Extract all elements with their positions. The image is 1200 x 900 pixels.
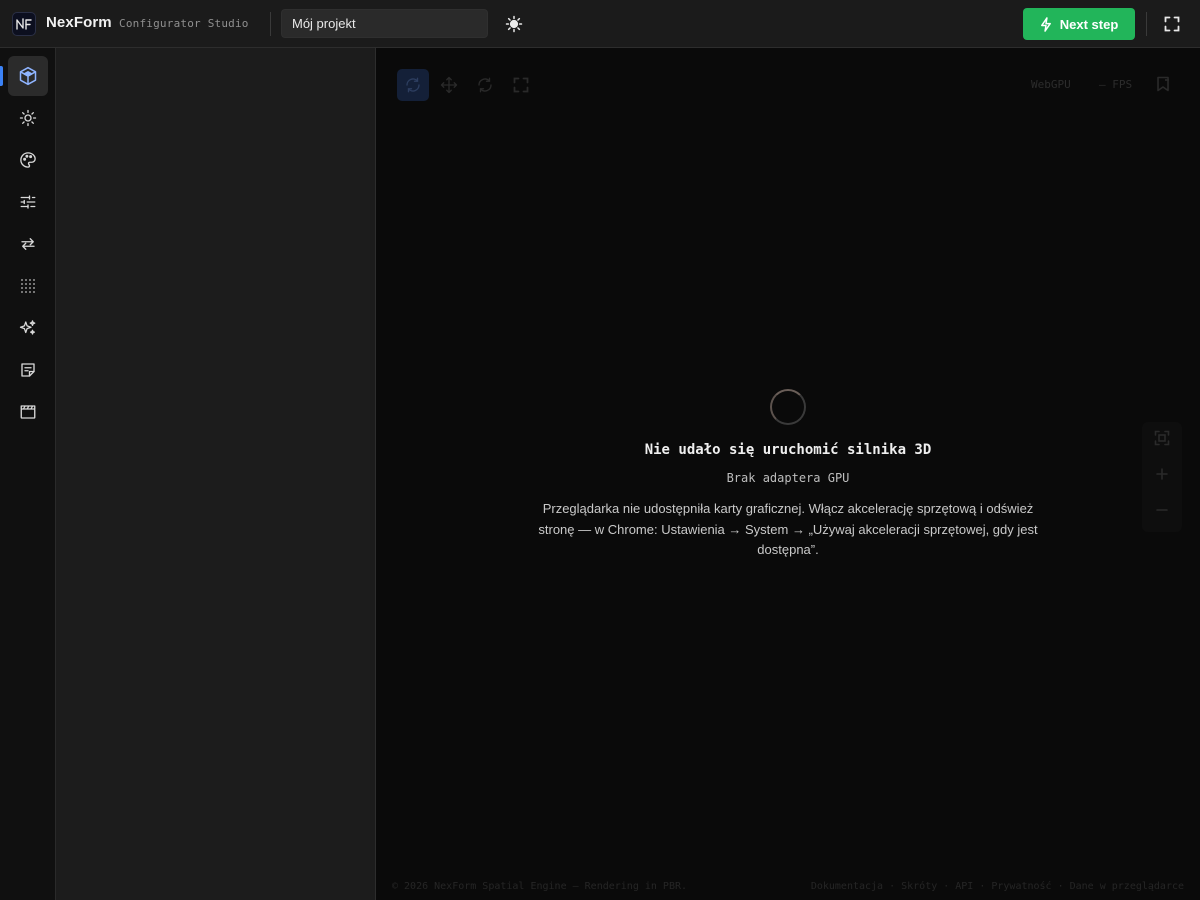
rail-item-adjust[interactable] — [8, 182, 48, 222]
frame-tool-button[interactable] — [505, 69, 537, 101]
rail-item-materials[interactable] — [8, 140, 48, 180]
note-icon — [21, 363, 35, 377]
project-name-input[interactable] — [281, 9, 488, 38]
rotate-tool-button[interactable] — [469, 69, 501, 101]
zoom-out-button[interactable] — [1150, 498, 1174, 522]
move-icon — [440, 76, 458, 94]
fullscreen-button[interactable] — [1160, 12, 1184, 36]
header-divider — [270, 12, 271, 36]
error-title: Nie udało się uruchomić silnika 3D — [644, 442, 932, 458]
palette-icon — [20, 152, 36, 168]
rail-active-indicator — [0, 66, 3, 86]
sun-outline-icon — [19, 109, 37, 127]
next-step-button[interactable]: Next step — [1023, 8, 1135, 40]
orbit-icon — [406, 77, 420, 93]
orbit-tool-button[interactable] — [397, 69, 429, 101]
cube-icon — [19, 66, 37, 86]
footer-links: Dokumentacja · Skróty · API · Prywatność… — [811, 881, 1184, 892]
minus-icon — [1156, 509, 1168, 511]
lightning-icon — [1040, 16, 1051, 32]
3d-viewport[interactable]: WebGPU — FPS Nie udało się uruchomić sil… — [376, 48, 1200, 900]
rail-item-notes[interactable] — [8, 350, 48, 390]
fps-badge: — FPS — [1099, 78, 1133, 91]
footer-link-shortcuts[interactable]: Skróty — [901, 881, 937, 892]
footer-link-browser-data[interactable]: Dane w przeglądarce — [1070, 881, 1184, 892]
footer-link-docs[interactable]: Dokumentacja — [811, 881, 883, 892]
top-bar: NexForm Configurator Studio Next step — [0, 0, 1200, 48]
properties-panel — [56, 48, 376, 900]
error-message: Przeglądarka nie udostępniła karty grafi… — [538, 501, 1038, 557]
swap-arrows-icon — [21, 238, 35, 250]
footer-separator: · — [889, 881, 896, 892]
footer-link-api[interactable]: API — [955, 881, 973, 892]
refresh-icon — [478, 77, 492, 93]
brand-subtitle: Configurator Studio — [119, 17, 249, 30]
footer-link-privacy[interactable]: Prywatność — [991, 881, 1051, 892]
footer-separator: · — [943, 881, 950, 892]
rail-item-model[interactable] — [8, 56, 48, 96]
rail-item-grid[interactable] — [8, 266, 48, 306]
rail-item-transform[interactable] — [8, 224, 48, 264]
header-divider-right — [1146, 12, 1147, 36]
sun-icon — [505, 15, 523, 33]
footer-copyright: © 2026 NexForm Spatial Engine — Renderin… — [392, 881, 688, 892]
rail-item-lighting[interactable] — [8, 98, 48, 138]
theme-toggle-button[interactable] — [502, 12, 526, 36]
error-subtitle: Brak adaptera GPU — [726, 471, 850, 485]
sliders-icon — [20, 195, 36, 209]
footer-separator: · — [1057, 881, 1064, 892]
rail-item-effects[interactable] — [8, 308, 48, 348]
footer-separator: · — [979, 881, 986, 892]
renderer-badge: WebGPU — [1031, 78, 1071, 91]
rail-item-animation[interactable] — [8, 392, 48, 432]
tool-rail — [0, 48, 56, 900]
sparkles-icon — [19, 320, 36, 335]
pan-tool-button[interactable] — [433, 69, 465, 101]
bookmark-icon — [1157, 76, 1169, 92]
dot-grid-icon — [21, 279, 35, 293]
fullscreen-icon — [1164, 16, 1180, 32]
expand-icon — [513, 77, 529, 93]
nexform-logo-icon — [12, 12, 36, 36]
loading-spinner — [770, 389, 806, 425]
next-step-label: Next step — [1059, 16, 1119, 32]
brand-name: NexForm — [46, 14, 112, 31]
clapperboard-icon — [20, 405, 36, 419]
bookmark-button[interactable] — [1155, 76, 1171, 92]
